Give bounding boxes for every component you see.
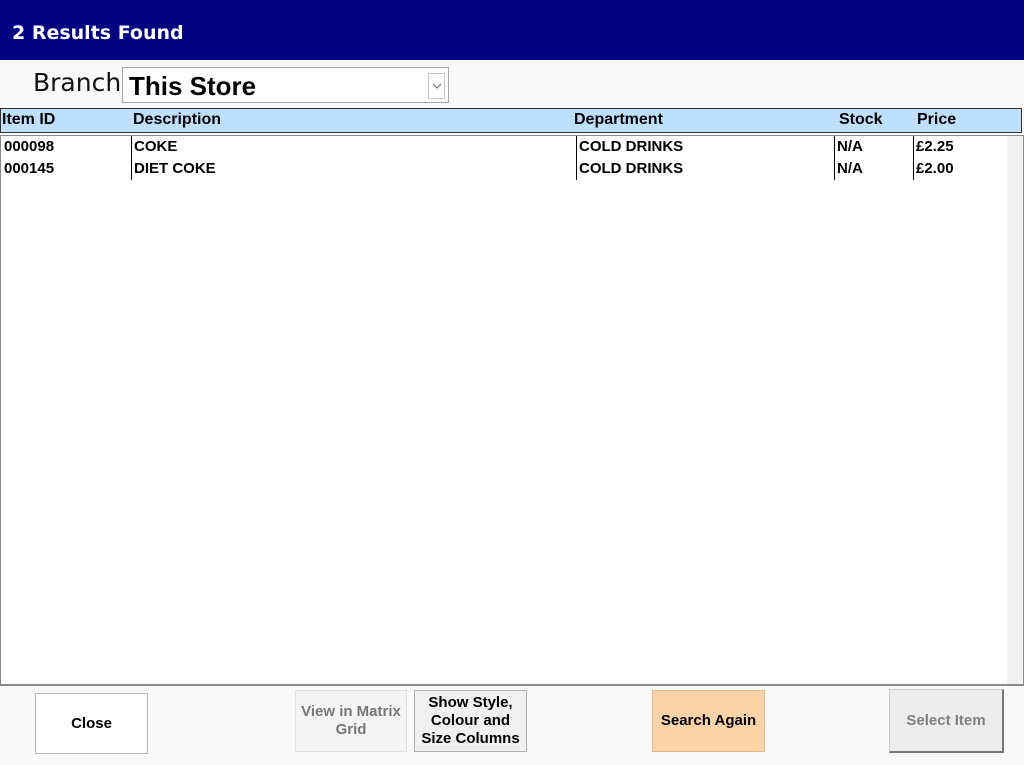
branch-select[interactable]: This Store — [122, 67, 449, 103]
window-title: 2 Results Found — [12, 22, 184, 44]
branch-dropdown-button[interactable] — [428, 73, 445, 99]
select-item-button[interactable]: Select Item — [889, 689, 1004, 753]
cell-stock: N/A — [834, 158, 863, 180]
view-in-matrix-grid-button[interactable]: View in Matrix Grid — [295, 690, 407, 752]
search-again-button[interactable]: Search Again — [652, 690, 765, 752]
branch-label: Branch — [33, 68, 122, 97]
cell-price: £2.00 — [913, 158, 954, 180]
cell-department: COLD DRINKS — [576, 158, 683, 180]
show-style-colour-size-columns-button[interactable]: Show Style, Colour and Size Columns — [414, 690, 527, 752]
table-row[interactable]: 000145 DIET COKE COLD DRINKS N/A £2.00 — [1, 158, 1007, 180]
table-row[interactable]: 000098 COKE COLD DRINKS N/A £2.25 — [1, 136, 1007, 158]
close-button[interactable]: Close — [35, 693, 148, 754]
results-grid[interactable]: 000098 COKE COLD DRINKS N/A £2.25 000145… — [0, 135, 1024, 685]
column-header-description[interactable]: Description — [133, 110, 221, 130]
chevron-down-icon — [432, 83, 442, 89]
column-header-stock[interactable]: Stock — [839, 110, 883, 130]
column-header-department[interactable]: Department — [574, 110, 663, 130]
cell-description: DIET COKE — [131, 158, 216, 180]
vertical-scrollbar[interactable] — [1007, 136, 1023, 684]
cell-stock: N/A — [834, 136, 863, 158]
cell-item-id: 000145 — [4, 160, 55, 177]
title-bar: 2 Results Found — [0, 0, 1024, 60]
column-header-price[interactable]: Price — [917, 110, 956, 130]
cell-item-id: 000098 — [4, 138, 55, 155]
footer-divider — [0, 685, 1024, 686]
cell-department: COLD DRINKS — [576, 136, 683, 158]
results-table-header: Item ID Description Department Stock Pri… — [0, 108, 1022, 133]
branch-selected-value: This Store — [129, 71, 257, 101]
column-header-item-id[interactable]: Item ID — [2, 110, 55, 130]
cell-description: COKE — [131, 136, 177, 158]
cell-price: £2.25 — [913, 136, 954, 158]
